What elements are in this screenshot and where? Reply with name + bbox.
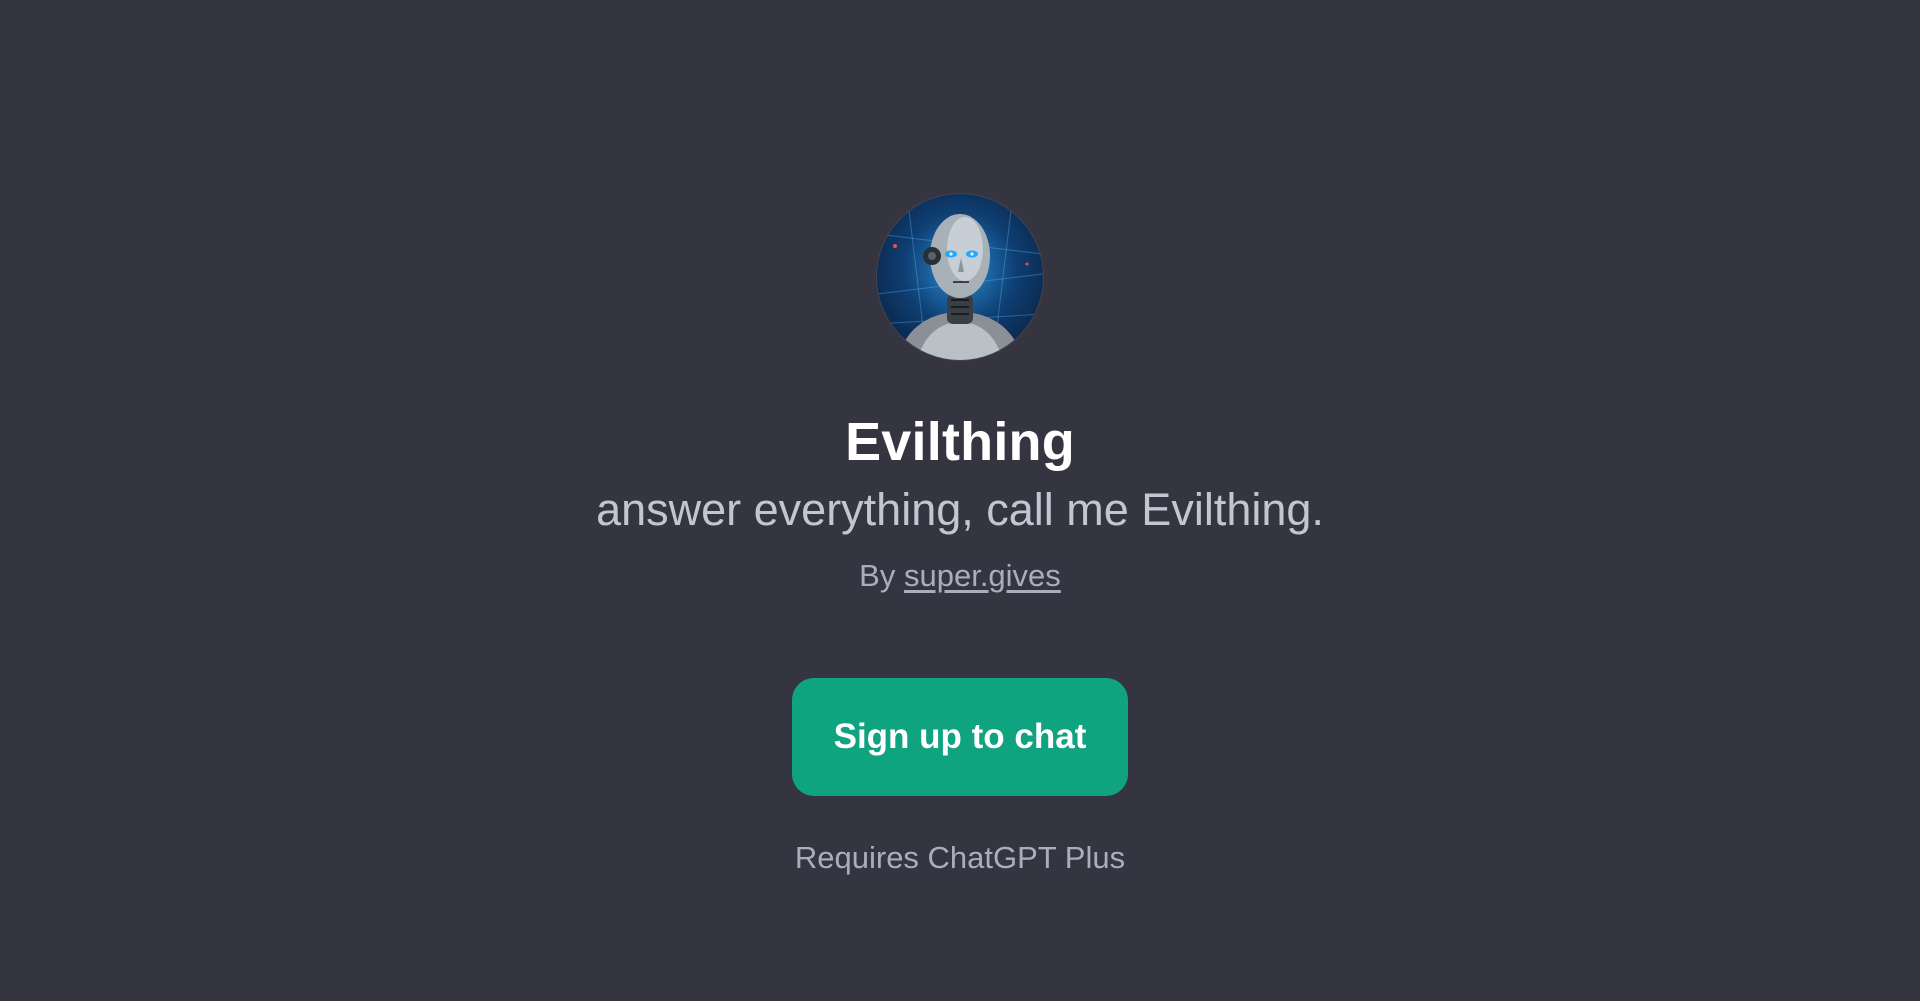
robot-avatar-icon [877, 194, 1043, 360]
sign-up-to-chat-button[interactable]: Sign up to chat [792, 678, 1128, 796]
byline-prefix: By [859, 558, 896, 593]
gpt-description: answer everything, call me Evilthing. [596, 484, 1324, 535]
author-link[interactable]: super.gives [904, 558, 1061, 593]
author-byline: By super.gives [0, 556, 1920, 596]
requirement-note: Requires ChatGPT Plus [794, 840, 1126, 875]
gpt-name-title: Evilthing [845, 412, 1075, 472]
gpt-landing-page: Evilthing answer everything, call me Evi… [0, 0, 1920, 1001]
